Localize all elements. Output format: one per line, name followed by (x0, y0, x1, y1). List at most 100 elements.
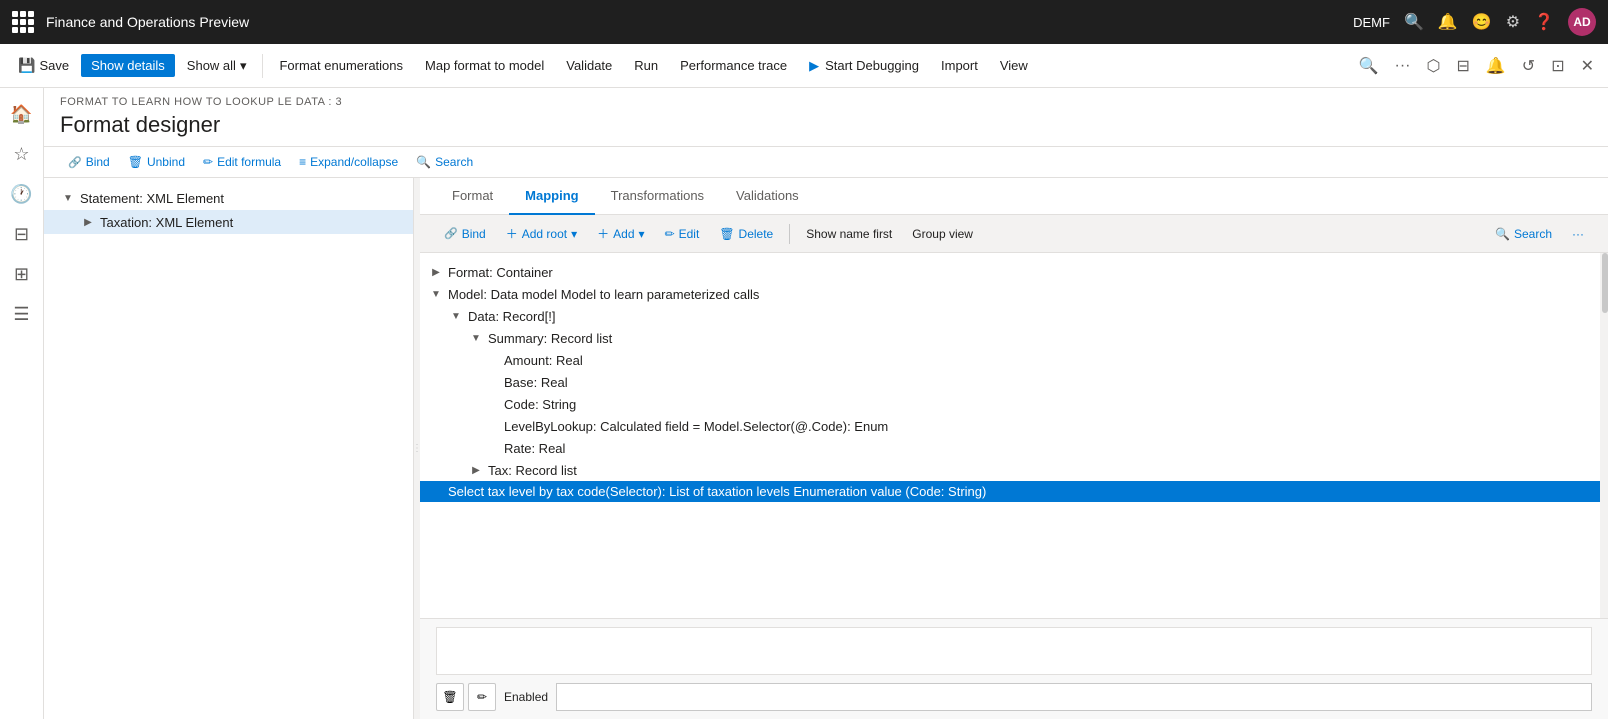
rt-add-button[interactable]: ＋ Add ▾ (589, 221, 652, 246)
help-icon[interactable]: ❓ (1534, 12, 1554, 32)
tree-item-statement[interactable]: ▼ Statement: XML Element (44, 186, 413, 210)
mt-label-summary: Summary: Record list (488, 331, 612, 346)
sidebar: 🏠 ☆ 🕐 ⊟ ⊞ ☰ (0, 88, 44, 719)
enabled-delete-btn[interactable]: 🗑 (436, 683, 464, 711)
rt-more-button[interactable]: ··· (1564, 223, 1592, 245)
tabs: Format Mapping Transformations Validatio… (420, 178, 1608, 215)
ribbon-open-icon[interactable]: ⊡ (1545, 52, 1570, 80)
tab-mapping[interactable]: Mapping (509, 178, 594, 215)
ribbon-search-icon[interactable]: 🔍 (1353, 52, 1385, 80)
mt-item-data[interactable]: ▼ Data: Record[!] (420, 305, 1600, 327)
run-button[interactable]: Run (624, 54, 668, 77)
emoji-icon[interactable]: 😊 (1472, 12, 1492, 32)
expand-collapse-button[interactable]: ≡ Expand/collapse (291, 151, 406, 173)
mt-item-code[interactable]: Code: String (420, 393, 1600, 415)
show-all-button[interactable]: Show all ▾ (177, 54, 257, 78)
mt-item-tax[interactable]: ▶ Tax: Record list (420, 459, 1600, 481)
tab-transformations[interactable]: Transformations (595, 178, 720, 215)
mt-item-formula[interactable]: Select tax level by tax code(Selector): … (420, 481, 1600, 502)
left-panel: ▼ Statement: XML Element ▶ Taxation: XML… (44, 178, 414, 719)
bind-button[interactable]: 🔗 Bind (60, 151, 118, 173)
validate-button[interactable]: Validate (556, 54, 622, 77)
mt-item-levelbylookup[interactable]: LevelByLookup: Calculated field = Model.… (420, 415, 1600, 437)
mt-item-amount[interactable]: Amount: Real (420, 349, 1600, 371)
mt-toggle-rate (488, 440, 504, 456)
gear-icon[interactable]: ⚙ (1506, 12, 1520, 32)
format-search-button[interactable]: 🔍 Search (408, 151, 481, 173)
map-format-button[interactable]: Map format to model (415, 54, 554, 77)
bind-icon: 🔗 (68, 156, 82, 169)
mt-label-levelbylookup: LevelByLookup: Calculated field = Model.… (504, 419, 888, 434)
mt-toggle-summary: ▼ (468, 330, 484, 346)
rt-bind-button[interactable]: 🔗 Bind (436, 223, 494, 245)
rt-delete-icon: 🗑 (719, 227, 734, 241)
tree-item-taxation[interactable]: ▶ Taxation: XML Element (44, 210, 413, 234)
bell-icon[interactable]: 🔔 (1438, 12, 1458, 32)
sidebar-clock-icon[interactable]: 🕐 (4, 176, 40, 212)
ribbon-bookmark-icon[interactable]: ⬡ (1420, 52, 1446, 80)
tab-format[interactable]: Format (436, 178, 509, 215)
rt-edit-button[interactable]: ✏ Edit (657, 223, 708, 245)
save-button[interactable]: 💾 Save (8, 53, 79, 78)
mt-item-model[interactable]: ▼ Model: Data model Model to learn param… (420, 283, 1600, 305)
import-button[interactable]: Import (931, 54, 988, 77)
format-enumerations-button[interactable]: Format enumerations (269, 54, 413, 77)
view-button[interactable]: View (990, 54, 1038, 77)
formula-box[interactable] (436, 627, 1592, 675)
content-area: FORMAT TO LEARN HOW TO LOOKUP LE DATA : … (44, 88, 1608, 719)
mt-item-rate[interactable]: Rate: Real (420, 437, 1600, 459)
enabled-row: 🗑 ✏ Enabled (436, 683, 1592, 711)
unbind-button[interactable]: 🗑 Unbind (120, 151, 193, 173)
expand-icon: ≡ (299, 155, 306, 169)
sidebar-grid-icon[interactable]: ⊞ (4, 256, 40, 292)
rt-edit-icon: ✏ (665, 227, 675, 241)
mt-label-rate: Rate: Real (504, 441, 565, 456)
tree-toggle-statement: ▼ (60, 190, 76, 206)
start-debugging-button[interactable]: ▶ Start Debugging (799, 54, 929, 78)
top-bar: Finance and Operations Preview DEMF 🔍 🔔 … (0, 0, 1608, 44)
page-header: FORMAT TO LEARN HOW TO LOOKUP LE DATA : … (44, 88, 1608, 147)
tab-validations[interactable]: Validations (720, 178, 815, 215)
rt-search-icon: 🔍 (1495, 227, 1510, 241)
mt-label-model: Model: Data model Model to learn paramet… (448, 287, 759, 302)
ribbon-more-icon[interactable]: ··· (1389, 53, 1417, 79)
rt-delete-button[interactable]: 🗑 Delete (711, 223, 781, 245)
sidebar-star-icon[interactable]: ☆ (4, 136, 40, 172)
rt-group-view-button[interactable]: Group view (904, 223, 981, 245)
rt-add-root-button[interactable]: ＋ Add root ▾ (498, 221, 585, 246)
edit-formula-button[interactable]: ✏ Edit formula (195, 151, 289, 173)
mt-item-format[interactable]: ▶ Format: Container (420, 261, 1600, 283)
mt-label-data: Data: Record[!] (468, 309, 555, 324)
mt-toggle-model: ▼ (428, 286, 444, 302)
right-scrollbar[interactable] (1600, 253, 1608, 618)
mt-toggle-levelbylookup (488, 418, 504, 434)
mt-toggle-amount (488, 352, 504, 368)
sidebar-home-icon[interactable]: 🏠 (4, 96, 40, 132)
enabled-edit-btn[interactable]: ✏ (468, 683, 496, 711)
mt-label-tax: Tax: Record list (488, 463, 577, 478)
ribbon-badge-icon[interactable]: 🔔 (1480, 52, 1512, 80)
app-grid-icon[interactable] (12, 11, 34, 33)
mt-toggle-tax: ▶ (468, 462, 484, 478)
main-layout: 🏠 ☆ 🕐 ⊟ ⊞ ☰ FORMAT TO LEARN HOW TO LOOKU… (0, 88, 1608, 719)
rt-add-icon: ＋ (597, 225, 609, 242)
ribbon-panel-icon[interactable]: ⊟ (1450, 52, 1475, 80)
mt-toggle-base (488, 374, 504, 390)
enabled-input[interactable] (556, 683, 1592, 711)
sidebar-filter-icon[interactable]: ⊟ (4, 216, 40, 252)
ribbon-close-icon[interactable]: ✕ (1575, 52, 1600, 80)
performance-trace-button[interactable]: Performance trace (670, 54, 797, 77)
sidebar-list-icon[interactable]: ☰ (4, 296, 40, 332)
search-icon[interactable]: 🔍 (1404, 12, 1424, 32)
mt-toggle-code (488, 396, 504, 412)
mt-item-summary[interactable]: ▼ Summary: Record list (420, 327, 1600, 349)
rt-show-name-first-button[interactable]: Show name first (798, 223, 900, 245)
rt-add-root-chevron: ▾ (571, 227, 577, 241)
rt-add-root-icon: ＋ (506, 225, 518, 242)
edit-icon: ✏ (203, 155, 213, 169)
mt-item-base[interactable]: Base: Real (420, 371, 1600, 393)
ribbon-refresh-icon[interactable]: ↺ (1516, 52, 1541, 80)
rt-search-button[interactable]: 🔍 Search (1487, 223, 1560, 245)
show-details-button[interactable]: Show details (81, 54, 175, 77)
avatar[interactable]: AD (1568, 8, 1596, 36)
